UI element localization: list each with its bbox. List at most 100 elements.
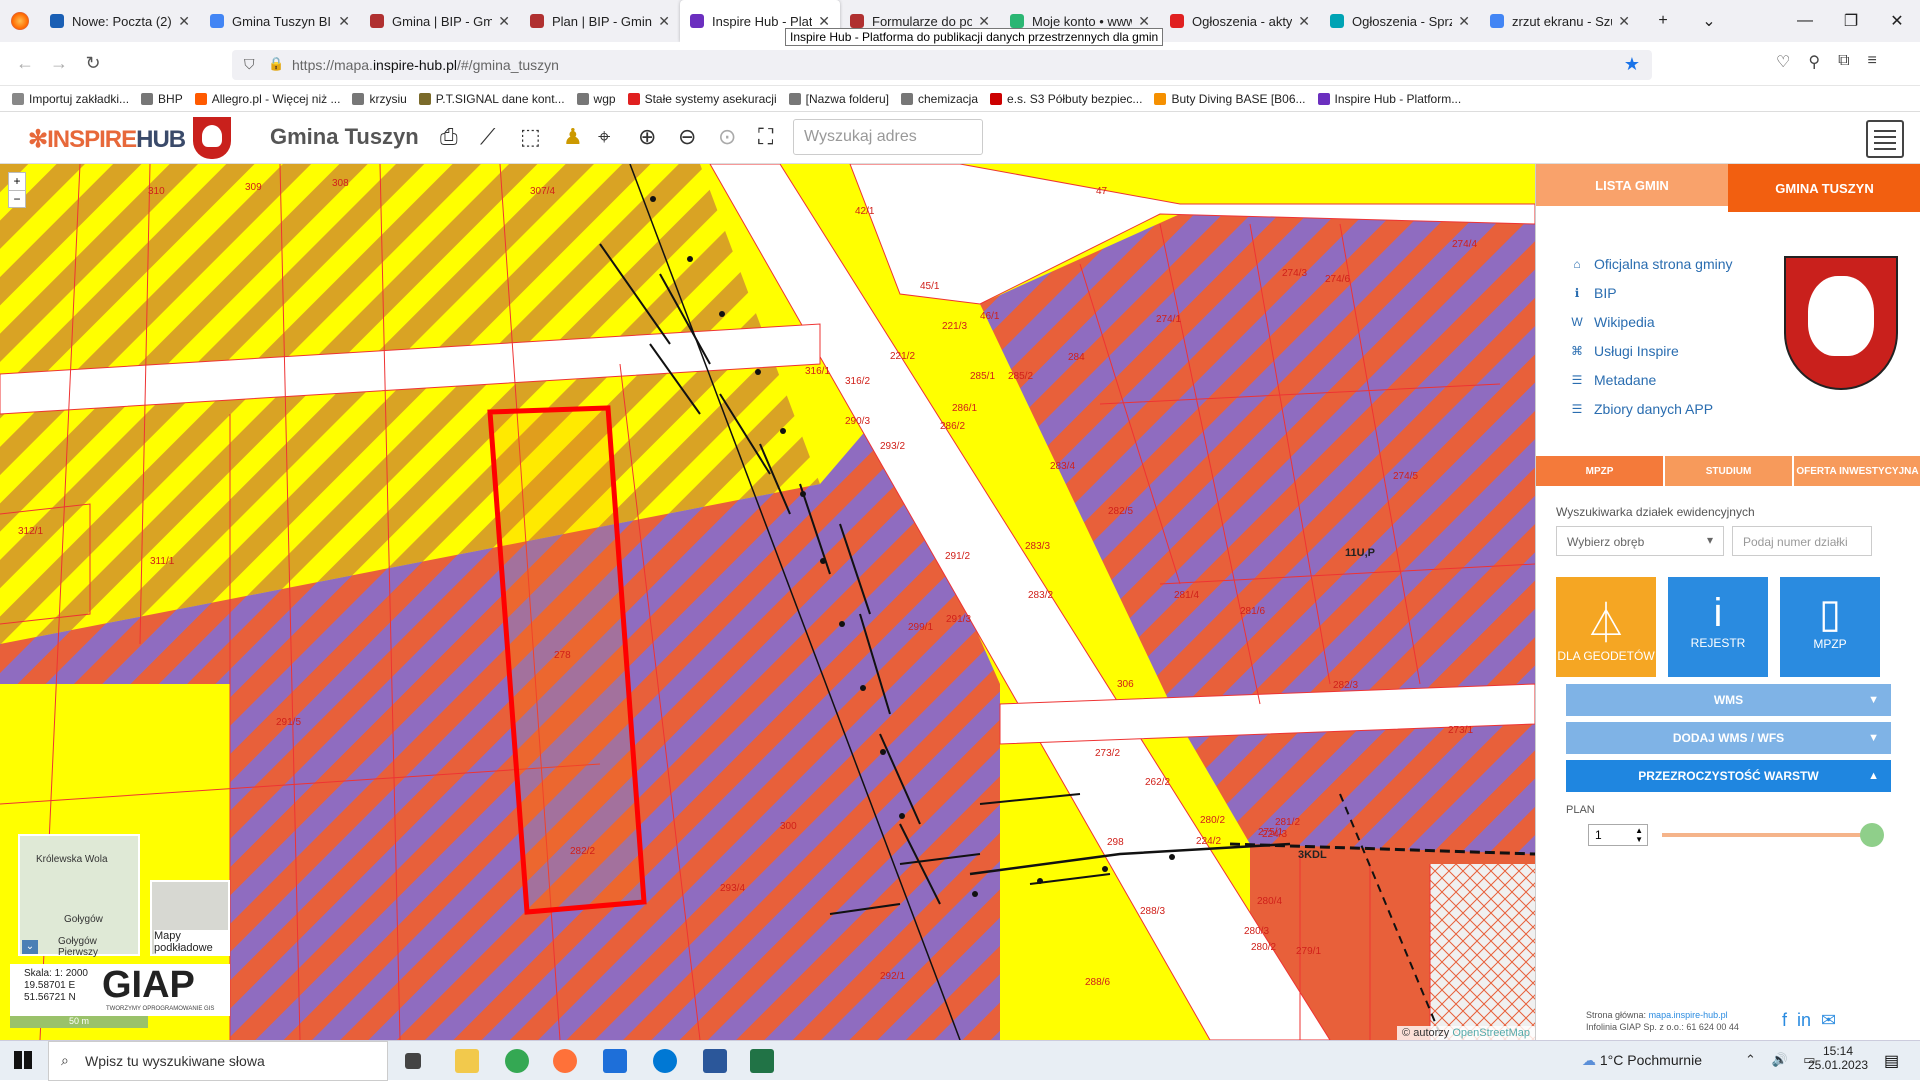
app-icon[interactable] [653,1049,677,1073]
tab-close-icon[interactable]: ✕ [1138,13,1150,30]
link-official-site[interactable]: ⌂ Oficjalna strona gminy [1570,256,1732,272]
new-tab-button[interactable]: + [1640,12,1686,30]
link-uslugi-inspire[interactable]: ⌘ Usługi Inspire [1570,343,1679,359]
tab-gmina-tuszyn[interactable]: GMINA TUSZYN [1728,164,1920,212]
bookmark-item[interactable]: P.T.SIGNAL dane kont... [418,92,565,106]
bookmark-item[interactable]: Inspire Hub - Platform... [1317,92,1461,106]
mail-icon[interactable]: ✉ [1821,1010,1836,1031]
close-window-button[interactable]: ✕ [1874,11,1920,31]
footer-link[interactable]: mapa.inspire-hub.pl [1649,1010,1728,1020]
tab-close-icon[interactable]: ✕ [978,13,990,30]
mpzp-button[interactable]: ▯ MPZP [1780,577,1880,677]
accordion-add-wms[interactable]: DODAJ WMS / WFS ▼ [1566,722,1891,754]
notifications-icon[interactable]: ▤ [1884,1051,1899,1071]
bookmark-item[interactable]: krzysiu [352,92,407,106]
bookmark-item[interactable]: Allegro.pl - Więcej niż ... [194,92,340,106]
app-icon[interactable] [603,1049,627,1073]
reload-icon[interactable]: ↻ [76,53,110,74]
street-view-icon[interactable]: ♟ [563,124,583,150]
bookmark-item[interactable]: BHP [141,92,183,106]
word-icon[interactable] [703,1049,727,1073]
rejestr-button[interactable]: i REJESTR [1668,577,1768,677]
zoom-extent-icon[interactable]: ⊙ [718,124,736,150]
address-search-input[interactable]: Wyszukaj adres [793,119,983,155]
chrome-icon[interactable] [505,1049,529,1073]
opacity-slider[interactable] [1662,823,1884,847]
bookmark-item[interactable]: chemizacja [900,92,978,106]
minimize-button[interactable]: — [1782,12,1828,30]
tab-oferta[interactable]: OFERTA INWESTYCYJNA [1794,456,1920,486]
map-zoom-in-button[interactable]: + [9,173,25,190]
bookmark-star-icon[interactable]: ★ [1624,54,1640,75]
firefox-icon[interactable] [0,12,40,30]
browser-tab[interactable]: Ogłoszenia - Sprzed ✕ [1320,0,1480,42]
pocket-icon[interactable]: ♡ [1776,52,1790,72]
map-canvas[interactable]: 310 309 308 307/4 42/1 47 45/1 46/1 221/3 221/2 31… [0,164,1535,1040]
slider-handle[interactable] [1860,823,1884,847]
link-metadane[interactable]: ☰ Metadane [1570,372,1657,388]
measure-line-icon[interactable]: ⟋ [480,124,495,150]
minimap-collapse-icon[interactable]: ⌄ [22,940,38,954]
bookmark-item[interactable]: Stałe systemy asekuracji [627,92,777,106]
tab-close-icon[interactable]: ✕ [178,13,190,30]
basemaps-button[interactable]: Mapy podkładowe [150,880,230,956]
key-icon[interactable]: ⚲ [1808,52,1820,72]
bookmark-item[interactable]: Importuj zakładki... [12,92,129,106]
spinner-icon[interactable]: ▲ ▼ [1635,826,1643,844]
menu-icon[interactable]: ≡ [1868,52,1877,72]
tab-close-icon[interactable]: ✕ [818,13,830,30]
attribution-link[interactable]: OpenStreetMap [1452,1027,1530,1039]
obreb-select[interactable]: Wybierz obręb ▾ [1556,526,1724,556]
bookmark-item[interactable]: wgp [576,92,616,106]
map-zoom-out-button[interactable]: − [9,190,25,208]
zoom-out-icon[interactable]: ⊖ [678,124,696,150]
print-icon[interactable]: ⎙ [440,124,458,150]
list-tabs-icon[interactable]: ⌄ [1686,11,1732,31]
tab-studium[interactable]: STUDIUM [1665,456,1792,486]
extensions-icon[interactable]: ⧉ [1838,52,1849,72]
zoom-in-icon[interactable]: ⊕ [638,124,656,150]
facebook-icon[interactable]: f [1782,1010,1787,1031]
tab-close-icon[interactable]: ✕ [658,13,670,30]
url-bar[interactable]: ⛉ 🔒 https://mapa.inspire-hub.pl/#/gmina_… [232,50,1652,80]
link-zbiory-app[interactable]: ☰ Zbiory danych APP [1570,401,1713,417]
tab-close-icon[interactable]: ✕ [1458,13,1470,30]
browser-tab[interactable]: Nowe: Poczta (2) - I ✕ [40,0,200,42]
task-view-icon[interactable] [405,1053,421,1069]
accordion-transparency[interactable]: PRZEZROCZYSTOŚĆ WARSTW ▲ [1566,760,1891,792]
geodeci-button[interactable]: ⏃ DLA GEODETÓW [1556,577,1656,677]
tab-close-icon[interactable]: ✕ [1298,13,1310,30]
file-explorer-icon[interactable] [455,1049,479,1073]
link-bip[interactable]: ℹ BIP [1570,285,1617,301]
bookmark-item[interactable]: Buty Diving BASE [B06... [1154,92,1306,106]
tab-lista-gmin[interactable]: LISTA GMIN [1536,164,1728,206]
browser-tab[interactable]: Gmina Tuszyn BIP - ✕ [200,0,360,42]
browser-tab[interactable]: Plan | BIP - Gmina T ✕ [520,0,680,42]
firefox-taskbar-icon[interactable] [553,1049,577,1073]
tab-close-icon[interactable]: ✕ [1618,13,1630,30]
weather-widget[interactable]: ☁ 1°C Pochmurnie [1582,1052,1702,1069]
clock[interactable]: 15:14 25.01.2023 [1808,1044,1868,1072]
measure-area-icon[interactable]: ⬚ [520,124,541,150]
locate-icon[interactable]: ⌖ [598,124,610,150]
tab-close-icon[interactable]: ✕ [338,13,350,30]
accordion-wms[interactable]: WMS ▼ [1566,684,1891,716]
bookmark-item[interactable]: e.s. S3 Półbuty bezpiec... [990,92,1142,106]
parcel-number-input[interactable]: Podaj numer działki [1732,526,1872,556]
lock-icon[interactable]: 🔒 [268,56,284,72]
windows-start-icon[interactable] [14,1051,32,1069]
browser-tab[interactable]: Ogłoszenia - aktywn ✕ [1160,0,1320,42]
restore-button[interactable]: ❐ [1828,11,1874,31]
layer-list-icon[interactable] [1866,120,1904,158]
inspirehub-logo[interactable]: ✻INSPIREHUB [28,125,186,154]
fullscreen-icon[interactable]: ⛶ [758,124,773,150]
browser-tab[interactable]: zrzut ekranu - Szuka ✕ [1480,0,1640,42]
bookmark-item[interactable]: [Nazwa folderu] [788,92,889,106]
minimap[interactable]: Królewska Wola Gołygów Gołygów Pierwszy … [18,834,140,958]
back-icon[interactable]: ← [8,53,42,74]
forward-icon[interactable]: → [42,53,76,74]
shield-icon[interactable]: ⛉ [244,56,255,73]
map-svg[interactable]: 310 309 308 307/4 42/1 47 45/1 46/1 221/3 221/2 31… [0,164,1535,1040]
link-wikipedia[interactable]: W Wikipedia [1570,314,1654,330]
taskbar-search-input[interactable]: ⌕ Wpisz tu wyszukiwane słowa [48,1041,388,1081]
